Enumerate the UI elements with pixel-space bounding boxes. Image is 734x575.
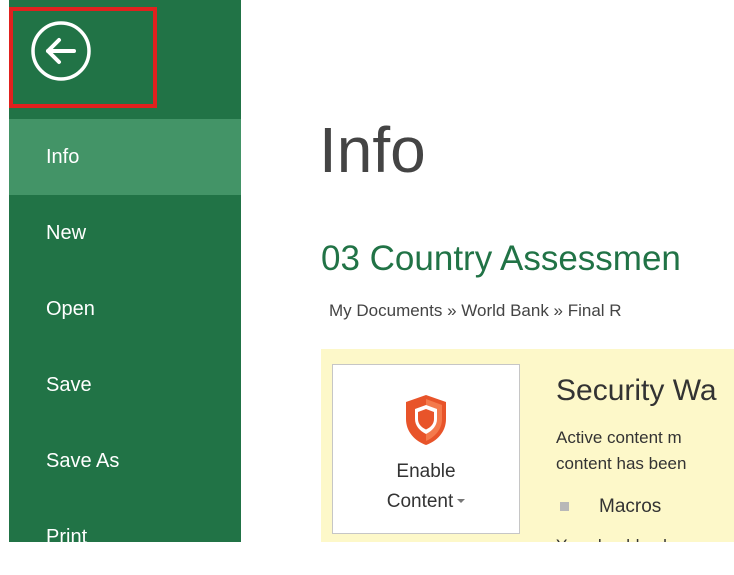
- page-title: Info: [319, 114, 426, 186]
- back-arrow-circle-icon: [31, 21, 91, 81]
- enable-content-button[interactable]: Enable Content: [332, 364, 520, 534]
- sidebar-item-label: Save: [46, 374, 92, 396]
- sidebar-item-info[interactable]: Info: [9, 119, 241, 195]
- security-desc-line1: Active content m: [556, 428, 682, 447]
- sidebar-item-new[interactable]: New: [9, 195, 241, 271]
- window-left-edge: [0, 0, 9, 542]
- bullet-text: Macros: [599, 496, 662, 517]
- security-note-text: You should only: [556, 533, 675, 542]
- security-warning-description: Active content m content has been: [556, 425, 686, 477]
- sidebar-item-print[interactable]: Print: [9, 499, 241, 575]
- sidebar-item-save-as[interactable]: Save As: [9, 423, 241, 499]
- breadcrumb: My Documents » World Bank » Final R: [329, 301, 622, 320]
- enable-content-label: Enable Content: [333, 457, 519, 517]
- bullet-square-icon: [560, 502, 569, 511]
- sidebar-item-label: Open: [46, 298, 95, 320]
- backstage-main: Info 03 Country Assessmen My Documents »…: [241, 0, 734, 542]
- sidebar-item-label: Save As: [46, 450, 120, 472]
- back-button[interactable]: [29, 19, 93, 83]
- security-warning-panel: Enable Content Security Wa Active conten…: [321, 349, 734, 542]
- sidebar-item-label: Print: [46, 526, 88, 548]
- document-title: 03 Country Assessmen: [321, 239, 681, 278]
- security-desc-line2: content has been: [556, 454, 687, 473]
- security-warning-title: Security Wa: [556, 374, 717, 407]
- sidebar-item-open[interactable]: Open: [9, 271, 241, 347]
- sidebar-item-label: Info: [46, 146, 80, 168]
- sidebar-item-save[interactable]: Save: [9, 347, 241, 423]
- dropdown-caret-icon: [457, 498, 466, 503]
- shield-icon: [406, 395, 446, 445]
- enable-label-line1: Enable: [396, 461, 456, 482]
- enable-label-line2: Content: [386, 491, 454, 512]
- sidebar-item-label: New: [46, 222, 87, 244]
